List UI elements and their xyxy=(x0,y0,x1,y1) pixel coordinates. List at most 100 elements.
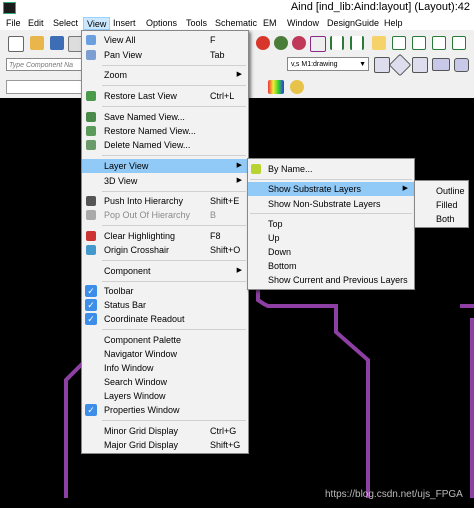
menu-help[interactable]: Help xyxy=(384,17,403,30)
red-tool-icon[interactable] xyxy=(256,36,270,50)
menu-item-info-window[interactable]: Info Window xyxy=(82,361,248,375)
menu-item-properties-window[interactable]: ✓ Properties Window xyxy=(82,403,248,417)
menu-item-major-grid-display[interactable]: Major Grid Display Shift+G xyxy=(82,438,248,452)
menu-separator xyxy=(102,106,246,107)
menu-separator xyxy=(250,179,412,180)
pop-hierarchy-icon xyxy=(86,210,96,220)
menu-separator xyxy=(102,260,246,261)
menu-item-bottom[interactable]: Bottom xyxy=(248,259,414,273)
menu-item-push-into-hierarchy[interactable]: Push Into Hierarchy Shift+E xyxy=(82,194,248,208)
menu-item-component-palette[interactable]: Component Palette xyxy=(82,333,248,347)
new-icon[interactable] xyxy=(8,36,24,52)
checkmark-icon: ✓ xyxy=(85,404,97,416)
save-icon[interactable] xyxy=(50,36,64,50)
menu-item-search-window[interactable]: Search Window xyxy=(82,375,248,389)
chevron-down-icon: ▼ xyxy=(359,61,366,68)
menu-item-show-current-and-previous-layers[interactable]: Show Current and Previous Layers xyxy=(248,273,414,287)
align-center-icon[interactable] xyxy=(350,36,364,50)
menu-separator xyxy=(102,225,246,226)
menu-select[interactable]: Select xyxy=(53,17,78,30)
menu-options[interactable]: Options xyxy=(146,17,177,30)
menu-item-3d-view[interactable]: 3D View ▶ xyxy=(82,174,248,188)
menu-separator xyxy=(102,85,246,86)
menu-item-down[interactable]: Down xyxy=(248,245,414,259)
menu-item-origin-crosshair[interactable]: Origin Crosshair Shift+O xyxy=(82,243,248,257)
menu-item-show-non-substrate-layers[interactable]: Show Non-Substrate Layers xyxy=(248,197,414,211)
menu-separator xyxy=(250,213,412,214)
title-bar: Aind [ind_lib:Aind:layout] (Layout):42 xyxy=(0,0,474,16)
view-all-icon xyxy=(86,35,96,45)
checkmark-icon: ✓ xyxy=(85,299,97,311)
save-view-icon xyxy=(86,112,96,122)
menu-insert[interactable]: Insert xyxy=(113,17,136,30)
menu-separator xyxy=(102,281,246,282)
substrate-submenu: Outline Filled Both xyxy=(414,180,469,228)
menu-item-layers-window[interactable]: Layers Window xyxy=(82,389,248,403)
push-hierarchy-icon xyxy=(86,196,96,206)
menu-item-up[interactable]: Up xyxy=(248,231,414,245)
layer-palette-icon[interactable] xyxy=(290,80,304,94)
watermark: https://blog.csdn.net/ujs_FPGA xyxy=(325,489,463,500)
layer-select-value: v,s M1:drawing xyxy=(291,61,338,68)
menu-item-coordinate-readout[interactable]: ✓ Coordinate Readout xyxy=(82,312,248,326)
menu-window[interactable]: Window xyxy=(287,17,319,30)
menu-tools[interactable]: Tools xyxy=(186,17,207,30)
align-bottom-icon[interactable] xyxy=(412,36,426,50)
distribute-icon[interactable] xyxy=(372,36,386,50)
submenu-arrow-icon: ▶ xyxy=(236,71,242,78)
submenu-arrow-icon: ▶ xyxy=(402,185,408,192)
menu-item-restore-last-view[interactable]: Restore Last View Ctrl+L xyxy=(82,89,248,103)
menu-item-minor-grid-display[interactable]: Minor Grid Display Ctrl+G xyxy=(82,424,248,438)
menu-item-layer-view[interactable]: Layer View ▶ xyxy=(82,159,248,173)
menu-item-delete-named-view[interactable]: Delete Named View... xyxy=(82,138,248,152)
window-title: Aind [ind_lib:Aind:layout] (Layout):42 xyxy=(290,1,470,13)
green-tool-icon[interactable] xyxy=(274,36,288,50)
menu-view[interactable]: View xyxy=(83,17,111,30)
menu-bar: File Edit Select View Insert Options Too… xyxy=(0,16,474,30)
align-top-icon[interactable] xyxy=(392,36,406,50)
trace-center xyxy=(256,288,370,498)
space-icon[interactable] xyxy=(452,36,466,50)
menu-item-top[interactable]: Top xyxy=(248,217,414,231)
menu-item-pop-out-of-hierarchy[interactable]: Pop Out Of Hierarchy B xyxy=(82,208,248,222)
menu-item-toolbar[interactable]: ✓ Toolbar xyxy=(82,284,248,298)
menu-item-status-bar[interactable]: ✓ Status Bar xyxy=(82,298,248,312)
menu-item-clear-highlighting[interactable]: Clear Highlighting F8 xyxy=(82,229,248,243)
menu-item-navigator-window[interactable]: Navigator Window xyxy=(82,347,248,361)
menu-item-outline[interactable]: Outline xyxy=(415,184,468,198)
submenu-arrow-icon: ▶ xyxy=(236,267,242,274)
menu-item-filled[interactable]: Filled xyxy=(415,198,468,212)
magenta-tool-icon[interactable] xyxy=(292,36,306,50)
open-folder-icon[interactable] xyxy=(30,36,44,50)
view-menu: View All F Pan View Tab Zoom ▶ Restore L… xyxy=(81,30,249,454)
submenu-arrow-icon: ▶ xyxy=(236,177,242,184)
restore-view-icon xyxy=(86,91,96,101)
menu-designguide[interactable]: DesignGuide xyxy=(327,17,379,30)
menu-em[interactable]: EM xyxy=(263,17,277,30)
menu-file[interactable]: File xyxy=(6,17,21,30)
polygon-icon[interactable] xyxy=(454,58,469,72)
menu-schematic[interactable]: Schematic xyxy=(215,17,257,30)
menu-edit[interactable]: Edit xyxy=(28,17,44,30)
menu-item-zoom[interactable]: Zoom ▶ xyxy=(82,68,248,82)
align-middle-icon[interactable] xyxy=(432,36,446,50)
menu-item-save-named-view[interactable]: Save Named View... xyxy=(82,110,248,124)
menu-item-view-all[interactable]: View All F xyxy=(82,33,248,47)
component-search-input[interactable]: Type Component Na xyxy=(6,58,86,71)
component-tool-icon[interactable] xyxy=(310,36,326,52)
menu-item-both[interactable]: Both xyxy=(415,212,468,226)
layers-icon xyxy=(251,164,261,174)
layer-arrow-icon[interactable] xyxy=(374,57,390,73)
rectangle-icon[interactable] xyxy=(432,58,450,71)
align-left-icon[interactable] xyxy=(330,36,344,50)
restore-named-view-icon xyxy=(86,126,96,136)
menu-item-show-substrate-layers[interactable]: Show Substrate Layers ▶ xyxy=(248,182,414,196)
layer-select[interactable]: v,s M1:drawing ▼ xyxy=(287,57,369,71)
shape-icon[interactable] xyxy=(412,57,428,73)
submenu-arrow-icon: ▶ xyxy=(236,162,242,169)
menu-item-component[interactable]: Component ▶ xyxy=(82,264,248,278)
menu-item-pan-view[interactable]: Pan View Tab xyxy=(82,48,248,62)
menu-item-restore-named-view[interactable]: Restore Named View... xyxy=(82,124,248,138)
3d-view-icon[interactable] xyxy=(268,80,284,94)
menu-item-by-name[interactable]: By Name... xyxy=(248,162,414,176)
